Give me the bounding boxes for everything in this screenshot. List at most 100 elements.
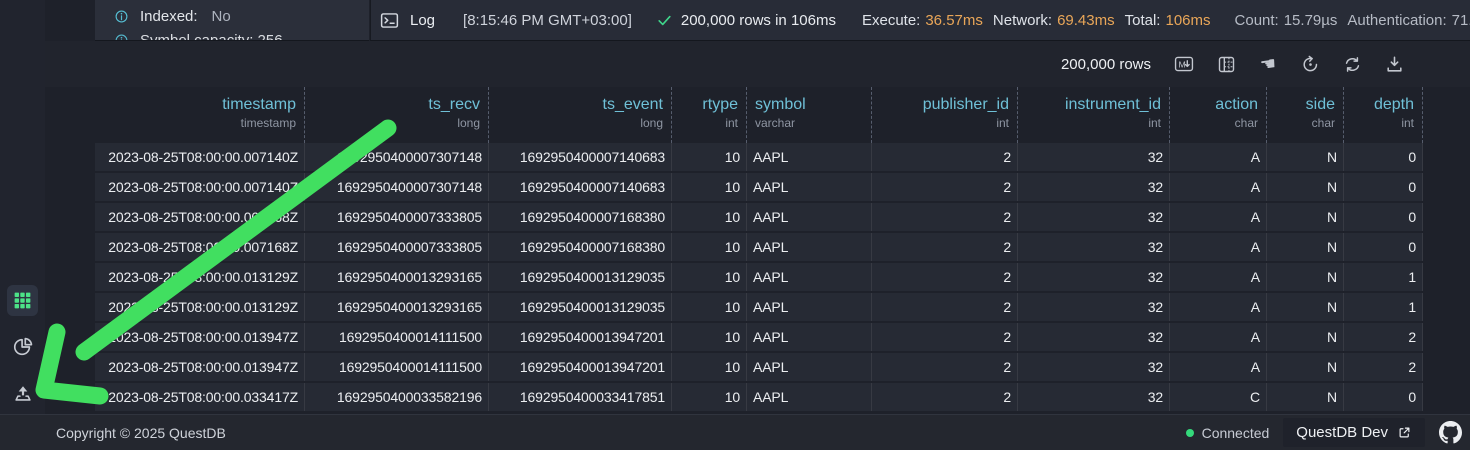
- cell-symbol[interactable]: AAPL: [747, 293, 872, 321]
- cell-ts_event[interactable]: 1692950400033417851: [489, 383, 672, 411]
- cell-action[interactable]: A: [1170, 203, 1267, 231]
- cell-ts_recv[interactable]: 1692950400033582196: [305, 383, 489, 411]
- cell-publisher_id[interactable]: 2: [872, 233, 1018, 261]
- refresh-button[interactable]: [1341, 53, 1363, 75]
- cell-side[interactable]: N: [1267, 323, 1344, 351]
- cell-ts_recv[interactable]: 1692950400007333805: [305, 203, 489, 231]
- table-row[interactable]: 2023-08-25T08:00:00.033417Z1692950400033…: [95, 383, 1423, 413]
- cell-depth[interactable]: 0: [1344, 383, 1423, 411]
- cell-symbol[interactable]: AAPL: [747, 233, 872, 261]
- cell-timestamp[interactable]: 2023-08-25T08:00:00.007140Z: [95, 143, 305, 171]
- cell-side[interactable]: N: [1267, 293, 1344, 321]
- cell-side[interactable]: N: [1267, 173, 1344, 201]
- cell-action[interactable]: A: [1170, 323, 1267, 351]
- cell-action[interactable]: A: [1170, 143, 1267, 171]
- cell-instrument_id[interactable]: 32: [1018, 203, 1170, 231]
- cell-symbol[interactable]: AAPL: [747, 383, 872, 411]
- sidebar-item-charts[interactable]: [7, 331, 38, 362]
- jump-to-position-button[interactable]: ☛: [1257, 53, 1279, 75]
- cell-depth[interactable]: 0: [1344, 233, 1423, 261]
- table-row[interactable]: 2023-08-25T08:00:00.007140Z1692950400007…: [95, 173, 1423, 203]
- github-button[interactable]: [1439, 421, 1462, 444]
- cell-timestamp[interactable]: 2023-08-25T08:00:00.007168Z: [95, 233, 305, 261]
- column-header-ts_event[interactable]: ts_eventlong: [489, 87, 672, 143]
- cell-instrument_id[interactable]: 32: [1018, 353, 1170, 381]
- table-row[interactable]: 2023-08-25T08:00:00.007168Z1692950400007…: [95, 233, 1423, 263]
- column-header-ts_recv[interactable]: ts_recvlong: [305, 87, 489, 143]
- cell-ts_recv[interactable]: 1692950400014111500: [305, 323, 489, 351]
- cell-ts_event[interactable]: 1692950400013947201: [489, 323, 672, 351]
- cell-rtype[interactable]: 10: [672, 173, 747, 201]
- table-row[interactable]: 2023-08-25T08:00:00.013947Z1692950400014…: [95, 353, 1423, 383]
- cell-depth[interactable]: 1: [1344, 293, 1423, 321]
- cell-action[interactable]: A: [1170, 353, 1267, 381]
- cell-symbol[interactable]: AAPL: [747, 173, 872, 201]
- cell-rtype[interactable]: 10: [672, 143, 747, 171]
- sidebar-item-grid[interactable]: [7, 285, 38, 316]
- cell-symbol[interactable]: AAPL: [747, 203, 872, 231]
- cell-publisher_id[interactable]: 2: [872, 353, 1018, 381]
- cell-depth[interactable]: 0: [1344, 173, 1423, 201]
- cell-symbol[interactable]: AAPL: [747, 263, 872, 291]
- cell-instrument_id[interactable]: 32: [1018, 383, 1170, 411]
- cell-side[interactable]: N: [1267, 143, 1344, 171]
- cell-symbol[interactable]: AAPL: [747, 323, 872, 351]
- cell-publisher_id[interactable]: 2: [872, 143, 1018, 171]
- column-header-timestamp[interactable]: timestamptimestamp: [95, 87, 305, 143]
- cell-side[interactable]: N: [1267, 233, 1344, 261]
- cell-ts_recv[interactable]: 1692950400007307148: [305, 143, 489, 171]
- download-button[interactable]: [1383, 53, 1405, 75]
- cell-ts_event[interactable]: 1692950400013947201: [489, 353, 672, 381]
- cell-timestamp[interactable]: 2023-08-25T08:00:00.007168Z: [95, 203, 305, 231]
- cell-ts_event[interactable]: 1692950400013129035: [489, 293, 672, 321]
- cell-action[interactable]: A: [1170, 263, 1267, 291]
- cell-rtype[interactable]: 10: [672, 203, 747, 231]
- table-row[interactable]: 2023-08-25T08:00:00.007140Z1692950400007…: [95, 143, 1423, 173]
- max-rows-button[interactable]: M: [1173, 53, 1195, 75]
- cell-rtype[interactable]: 10: [672, 233, 747, 261]
- cell-depth[interactable]: 2: [1344, 353, 1423, 381]
- cell-side[interactable]: N: [1267, 263, 1344, 291]
- cell-depth[interactable]: 0: [1344, 143, 1423, 171]
- column-header-depth[interactable]: depthint: [1344, 87, 1423, 143]
- cell-rtype[interactable]: 10: [672, 383, 747, 411]
- table-row[interactable]: 2023-08-25T08:00:00.013947Z1692950400014…: [95, 323, 1423, 353]
- column-header-symbol[interactable]: symbolvarchar: [747, 87, 872, 143]
- cell-instrument_id[interactable]: 32: [1018, 173, 1170, 201]
- history-button[interactable]: [1299, 53, 1321, 75]
- cell-publisher_id[interactable]: 2: [872, 323, 1018, 351]
- cell-action[interactable]: C: [1170, 383, 1267, 411]
- column-header-publisher_id[interactable]: publisher_idint: [872, 87, 1018, 143]
- cell-side[interactable]: N: [1267, 353, 1344, 381]
- cell-depth[interactable]: 1: [1344, 263, 1423, 291]
- toggle-columns-button[interactable]: [1215, 53, 1237, 75]
- cell-symbol[interactable]: AAPL: [747, 143, 872, 171]
- cell-timestamp[interactable]: 2023-08-25T08:00:00.013947Z: [95, 353, 305, 381]
- cell-rtype[interactable]: 10: [672, 323, 747, 351]
- column-header-rtype[interactable]: rtypeint: [672, 87, 747, 143]
- cell-ts_recv[interactable]: 1692950400007307148: [305, 173, 489, 201]
- cell-publisher_id[interactable]: 2: [872, 383, 1018, 411]
- cell-timestamp[interactable]: 2023-08-25T08:00:00.013947Z: [95, 323, 305, 351]
- column-header-action[interactable]: actionchar: [1170, 87, 1267, 143]
- cell-depth[interactable]: 2: [1344, 323, 1423, 351]
- cell-ts_event[interactable]: 1692950400007140683: [489, 143, 672, 171]
- table-row[interactable]: 2023-08-25T08:00:00.013129Z1692950400013…: [95, 293, 1423, 323]
- cell-instrument_id[interactable]: 32: [1018, 233, 1170, 261]
- cell-publisher_id[interactable]: 2: [872, 203, 1018, 231]
- cell-symbol[interactable]: AAPL: [747, 353, 872, 381]
- cell-ts_recv[interactable]: 1692950400013293165: [305, 293, 489, 321]
- cell-action[interactable]: A: [1170, 293, 1267, 321]
- cell-timestamp[interactable]: 2023-08-25T08:00:00.013129Z: [95, 293, 305, 321]
- table-row[interactable]: 2023-08-25T08:00:00.013129Z1692950400013…: [95, 263, 1423, 293]
- cell-ts_event[interactable]: 1692950400013129035: [489, 263, 672, 291]
- cell-ts_event[interactable]: 1692950400007168380: [489, 203, 672, 231]
- cell-depth[interactable]: 0: [1344, 203, 1423, 231]
- cell-rtype[interactable]: 10: [672, 263, 747, 291]
- log-label[interactable]: Log: [410, 12, 435, 29]
- cell-publisher_id[interactable]: 2: [872, 173, 1018, 201]
- cell-instrument_id[interactable]: 32: [1018, 263, 1170, 291]
- cell-instrument_id[interactable]: 32: [1018, 293, 1170, 321]
- cell-timestamp[interactable]: 2023-08-25T08:00:00.033417Z: [95, 383, 305, 411]
- cell-publisher_id[interactable]: 2: [872, 263, 1018, 291]
